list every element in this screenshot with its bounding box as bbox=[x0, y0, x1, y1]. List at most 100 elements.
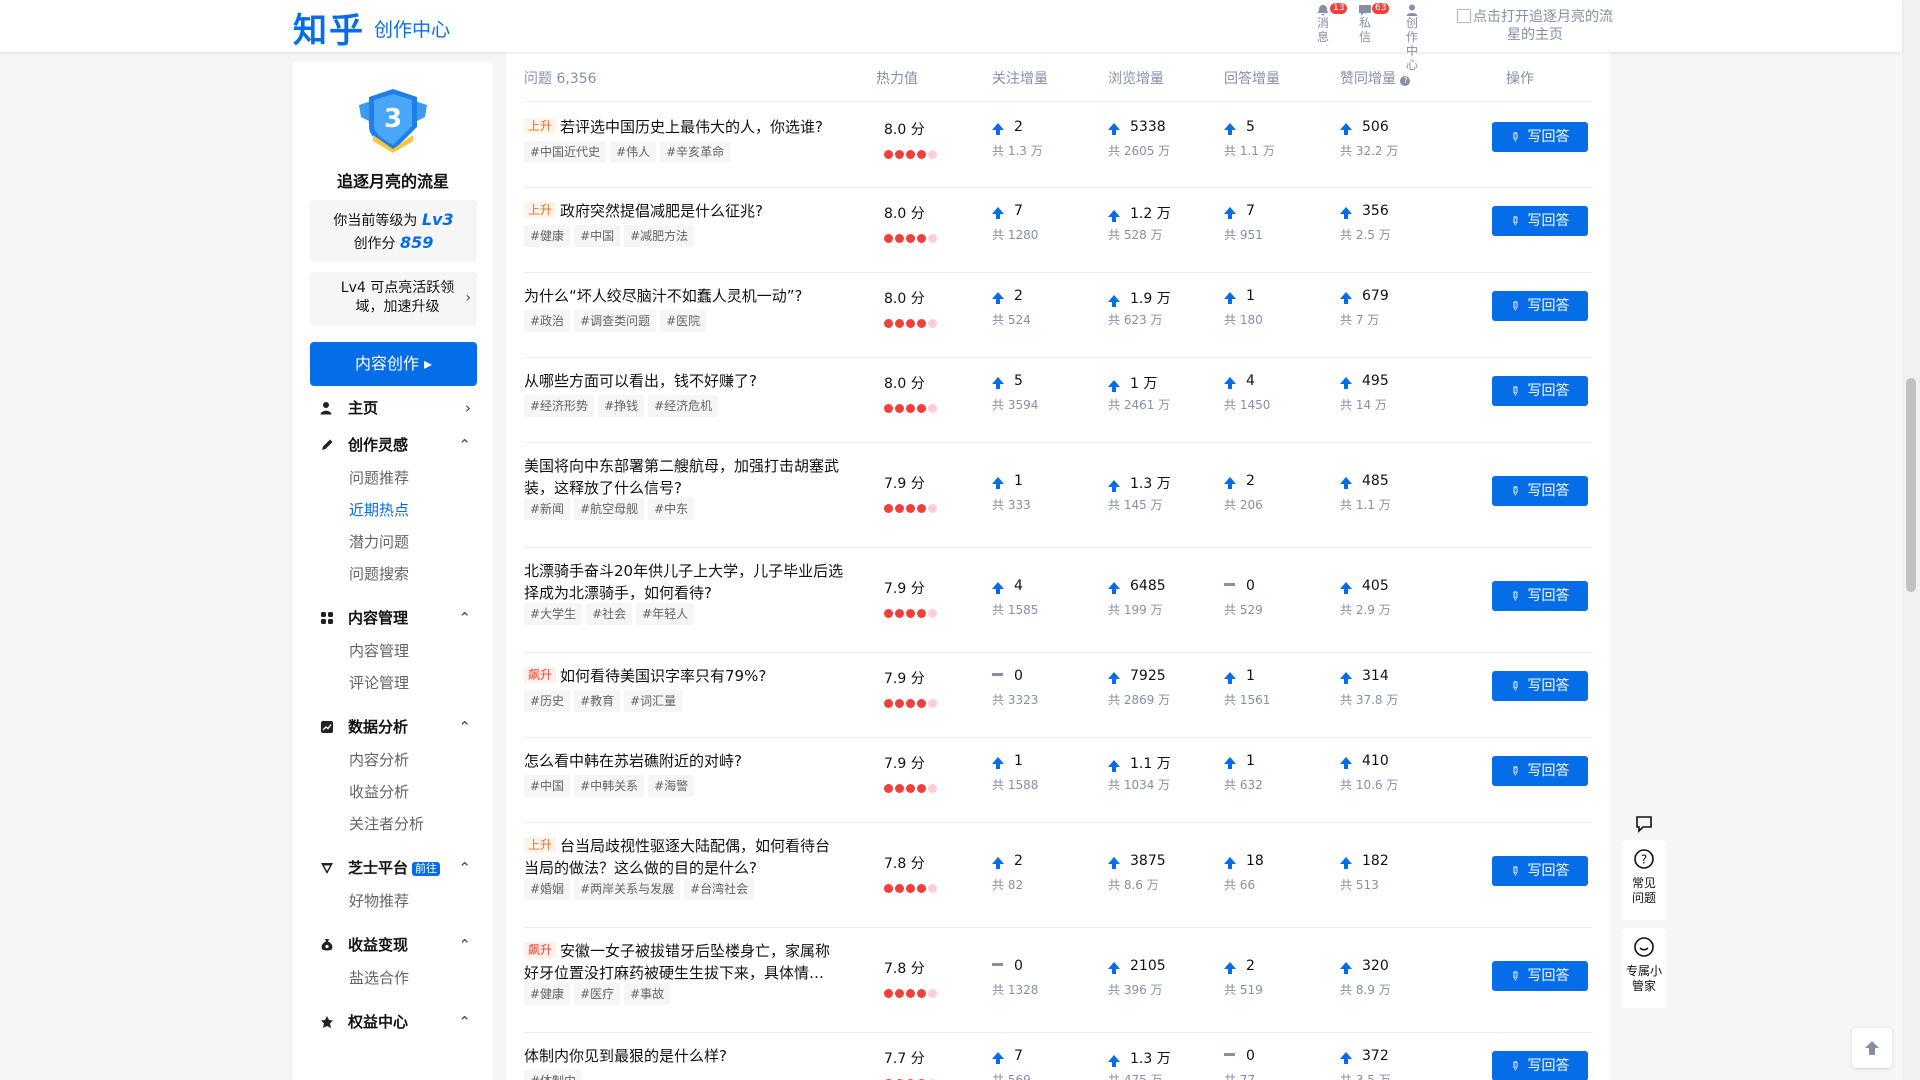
nav-question-search[interactable]: 问题搜索 bbox=[349, 563, 409, 584]
topic-tag[interactable]: #调查类问题 bbox=[574, 310, 657, 332]
notification-button[interactable]: 13 消息 bbox=[1306, 3, 1348, 44]
topic-tag[interactable]: #中国 bbox=[574, 225, 621, 247]
help-icon[interactable]: ? bbox=[1400, 76, 1411, 86]
nav-recent-hot[interactable]: 近期热点 bbox=[349, 499, 409, 520]
nav-comment-manage[interactable]: 评论管理 bbox=[349, 672, 409, 693]
arrow-up-icon bbox=[1340, 1052, 1352, 1064]
topic-tag[interactable]: #大学生 bbox=[524, 603, 583, 625]
topic-tag[interactable]: #两岸关系与发展 bbox=[574, 878, 681, 900]
topic-tag[interactable]: #医疗 bbox=[574, 983, 621, 1005]
topic-tag[interactable]: #减肥方法 bbox=[624, 225, 695, 247]
write-answer-button[interactable]: ✎ 写回答 bbox=[1492, 856, 1588, 886]
topic-tag[interactable]: #教育 bbox=[574, 690, 621, 712]
nav-yanxuan-cooperation[interactable]: 盐选合作 bbox=[349, 967, 409, 988]
question-title[interactable]: 飙升 安徽一女子被拔错牙后坠楼身亡，家属称好牙位置没打麻药被硬生生拔下来，具体情… bbox=[524, 940, 844, 984]
follow-increase: 7 bbox=[992, 1048, 1023, 1064]
zhihu-logo[interactable]: 知乎 bbox=[293, 3, 365, 52]
nav-inspiration[interactable]: 创作灵感 ⌃ bbox=[310, 434, 477, 456]
topic-tag[interactable]: #中韩关系 bbox=[574, 775, 645, 797]
question-title[interactable]: 体制内你见到最狠的是什么样? bbox=[524, 1045, 844, 1067]
question-title[interactable]: 上升 政府突然提倡减肥是什么征兆? bbox=[524, 200, 844, 222]
creator-center-title[interactable]: 创作中心 bbox=[374, 15, 450, 42]
col-question: 问题 6,356 bbox=[524, 71, 597, 87]
question-title[interactable]: 为什么“坏人绞尽脑汁不如蠢人灵机一动”? bbox=[524, 285, 844, 307]
heat-dot bbox=[884, 404, 893, 413]
nav-question-recommend[interactable]: 问题推荐 bbox=[349, 467, 409, 488]
messages-button[interactable]: 63 私信 bbox=[1348, 3, 1390, 44]
avatar-link[interactable]: 点击打开追逐月亮的流星的主页 bbox=[1455, 8, 1615, 44]
scrollbar-thumb[interactable] bbox=[1906, 378, 1916, 592]
answer-total: 共 66 bbox=[1224, 878, 1256, 892]
write-answer-button[interactable]: ✎ 写回答 bbox=[1492, 206, 1588, 236]
topic-tag[interactable]: #事故 bbox=[624, 983, 671, 1005]
faq-button[interactable]: ? 常见问题 bbox=[1622, 840, 1666, 920]
question-title[interactable]: 怎么看中韩在苏岩礁附近的对峙? bbox=[524, 750, 844, 772]
topic-tag[interactable]: #健康 bbox=[524, 225, 571, 247]
question-title[interactable]: 北漂骑手奋斗20年供儿子上大学，儿子毕业后选择成为北漂骑手，如何看待? bbox=[524, 560, 844, 604]
topic-tag[interactable]: #年轻人 bbox=[636, 603, 695, 625]
topic-tag[interactable]: #海警 bbox=[648, 775, 695, 797]
topic-tag[interactable]: #中国近代史 bbox=[524, 141, 607, 163]
topic-tag[interactable]: #医院 bbox=[660, 310, 707, 332]
vote-value: 506 bbox=[1362, 119, 1389, 135]
topic-tag[interactable]: #经济形势 bbox=[524, 395, 595, 417]
topic-tag[interactable]: #台湾社会 bbox=[684, 878, 755, 900]
write-answer-label: 写回答 bbox=[1527, 383, 1570, 399]
write-answer-button[interactable]: ✎ 写回答 bbox=[1492, 756, 1588, 786]
arrow-up-icon bbox=[992, 757, 1004, 769]
nav-content-manage[interactable]: 内容管理 bbox=[349, 640, 409, 661]
nav-income-analysis[interactable]: 收益分析 bbox=[349, 781, 409, 802]
topic-tag[interactable]: #历史 bbox=[524, 690, 571, 712]
nav-potential-questions[interactable]: 潜力问题 bbox=[349, 531, 409, 552]
write-answer-button[interactable]: ✎ 写回答 bbox=[1492, 961, 1588, 991]
question-title[interactable]: 上升 若评选中国历史上最伟大的人，你选谁? bbox=[524, 116, 844, 138]
nav-data-analysis[interactable]: 数据分析 ⌃ bbox=[310, 716, 477, 738]
create-content-button[interactable]: 内容创作 ▸ bbox=[310, 342, 477, 386]
write-answer-button[interactable]: ✎ 写回答 bbox=[1492, 291, 1588, 321]
write-answer-button[interactable]: ✎ 写回答 bbox=[1492, 581, 1588, 611]
topic-tag[interactable]: #体制内 bbox=[524, 1070, 583, 1080]
question-title[interactable]: 从哪些方面可以看出，钱不好赚了? bbox=[524, 370, 844, 392]
nav-home[interactable]: 主页 › bbox=[310, 397, 477, 419]
manager-button[interactable]: 专属小管家 bbox=[1622, 928, 1666, 1008]
back-to-top-button[interactable] bbox=[1852, 1028, 1892, 1068]
topic-tag[interactable]: #婚姻 bbox=[524, 878, 571, 900]
write-answer-button[interactable]: ✎ 写回答 bbox=[1492, 122, 1588, 152]
level-tip-box[interactable]: Lv4 可点亮活跃领域，加速升级 › bbox=[310, 272, 477, 326]
nav-follower-analysis[interactable]: 关注者分析 bbox=[349, 813, 424, 834]
topic-tag[interactable]: #健康 bbox=[524, 983, 571, 1005]
creator-center-button[interactable]: 创作中心 bbox=[1395, 4, 1429, 72]
write-answer-button[interactable]: ✎ 写回答 bbox=[1492, 476, 1588, 506]
nav-monetization[interactable]: 收益变现 ⌃ bbox=[310, 934, 477, 956]
nav-content-analysis[interactable]: 内容分析 bbox=[349, 749, 409, 770]
nav-rights-center[interactable]: 权益中心 ⌃ bbox=[310, 1011, 477, 1033]
question-title[interactable]: 美国将向中东部署第二艘航母，加强打击胡塞武装，这释放了什么信号? bbox=[524, 455, 844, 499]
nav-zhishi-platform[interactable]: 芝士平台 前往 ⌃ bbox=[310, 857, 477, 879]
write-answer-button[interactable]: ✎ 写回答 bbox=[1492, 1051, 1588, 1080]
arrow-up-icon bbox=[1108, 123, 1120, 135]
heat-dot bbox=[917, 319, 926, 328]
topic-tag[interactable]: #词汇量 bbox=[624, 690, 683, 712]
write-answer-button[interactable]: ✎ 写回答 bbox=[1492, 376, 1588, 406]
topic-tag[interactable]: #辛亥革命 bbox=[660, 141, 731, 163]
chevron-up-icon: ⌃ bbox=[458, 609, 471, 627]
question-title[interactable]: 上升 台当局歧视性驱逐大陆配偶，如何看待台当局的做法？这么做的目的是什么? bbox=[524, 835, 844, 879]
topic-tag[interactable]: #中国 bbox=[524, 775, 571, 797]
write-answer-button[interactable]: ✎ 写回答 bbox=[1492, 671, 1588, 701]
nav-content-management[interactable]: 内容管理 ⌃ bbox=[310, 607, 477, 629]
question-title[interactable]: 飙升 如何看待美国识字率只有79%? bbox=[524, 665, 844, 687]
username: 追逐月亮的流星 bbox=[336, 172, 449, 191]
topic-tag[interactable]: #新闻 bbox=[524, 498, 571, 520]
topic-tag[interactable]: #挣钱 bbox=[598, 395, 645, 417]
topic-tag[interactable]: #政治 bbox=[524, 310, 571, 332]
topic-tag[interactable]: #经济危机 bbox=[648, 395, 719, 417]
topic-tag[interactable]: #中东 bbox=[648, 498, 695, 520]
topic-tag[interactable]: #伟人 bbox=[610, 141, 657, 163]
nav-goods-recommend[interactable]: 好物推荐 bbox=[349, 890, 409, 911]
arrow-up-icon bbox=[1340, 477, 1352, 489]
feedback-icon[interactable] bbox=[1622, 814, 1666, 834]
topic-tag[interactable]: #航空母舰 bbox=[574, 498, 645, 520]
dash-icon bbox=[992, 673, 1003, 676]
vote-increase: 314 bbox=[1340, 668, 1389, 684]
topic-tag[interactable]: #社会 bbox=[586, 603, 633, 625]
